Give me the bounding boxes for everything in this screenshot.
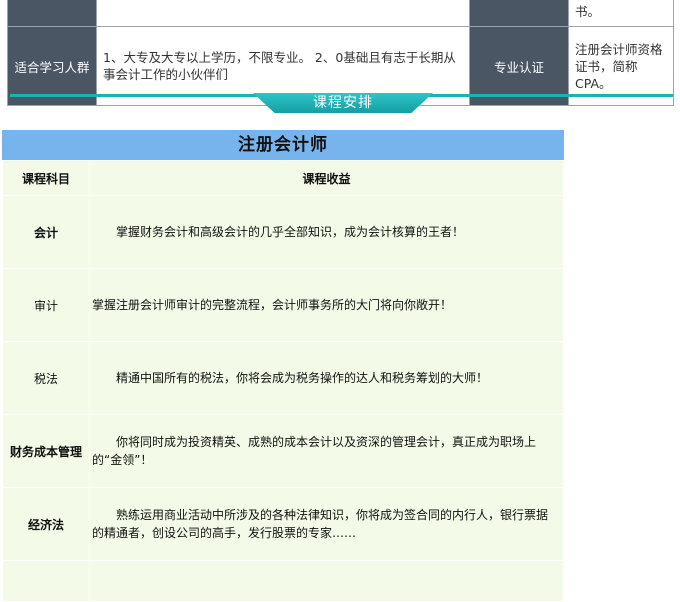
table-row: 经济法 熟练运用商业活动中所涉及的各种法律知识，你将成为签合同的内行人，银行票据… bbox=[2, 487, 564, 561]
course-table: 课程科目 课程收益 会计 掌握财务会计和高级会计的几乎全部知识，成为会计核算的王… bbox=[2, 160, 564, 602]
course-benefit: 精通中国所有的税法，你将会成为税务操作的达人和税务筹划的大师！ bbox=[89, 341, 564, 415]
course-subject: 税法 bbox=[2, 341, 90, 415]
course-subject: 会计 bbox=[2, 195, 90, 269]
header-subject: 课程科目 bbox=[2, 160, 90, 196]
banner-title: 课程安排 bbox=[253, 93, 433, 113]
course-benefit: 熟练运用商业活动中所涉及的各种法律知识，你将成为签合同的内行人，银行票据的精通者… bbox=[89, 487, 564, 561]
info-row: 书。 bbox=[7, 0, 674, 27]
course-header-row: 课程科目 课程收益 bbox=[2, 160, 564, 196]
course-benefit: 你将同时成为投资精英、成熟的成本会计以及资深的管理会计，真正成为职场上的“金领”… bbox=[89, 414, 564, 488]
info-table: 书。 适合学习人群 1、大专及大专以上学历，不限专业。 2、0基础且有志于长期从… bbox=[7, 0, 674, 106]
table-row: 会计 掌握财务会计和高级会计的几乎全部知识，成为会计核算的王者！ bbox=[2, 195, 564, 269]
course-subject: 财务成本管理 bbox=[2, 414, 90, 488]
info-label bbox=[7, 0, 97, 27]
course-benefit: 掌握注册会计师审计的完整流程，会计师事务所的大门将向你敞开！ bbox=[89, 268, 564, 342]
table-row bbox=[2, 560, 564, 602]
table-row: 审计 掌握注册会计师审计的完整流程，会计师事务所的大门将向你敞开！ bbox=[2, 268, 564, 342]
table-row: 税法 精通中国所有的税法，你将会成为税务操作的达人和税务筹划的大师！ bbox=[2, 341, 564, 415]
course-subject: 审计 bbox=[2, 268, 90, 342]
header-benefit: 课程收益 bbox=[89, 160, 564, 196]
info-value bbox=[96, 0, 470, 27]
info-label bbox=[469, 0, 569, 27]
table-row: 财务成本管理 你将同时成为投资精英、成熟的成本会计以及资深的管理会计，真正成为职… bbox=[2, 414, 564, 488]
course-benefit bbox=[89, 560, 564, 602]
course-subject: 经济法 bbox=[2, 487, 90, 561]
course-title: 注册会计师 bbox=[2, 130, 564, 160]
course-benefit: 掌握财务会计和高级会计的几乎全部知识，成为会计核算的王者！ bbox=[89, 195, 564, 269]
section-banner: 课程安排 bbox=[10, 93, 673, 115]
course-subject bbox=[2, 560, 90, 602]
info-value: 书。 bbox=[568, 0, 674, 27]
